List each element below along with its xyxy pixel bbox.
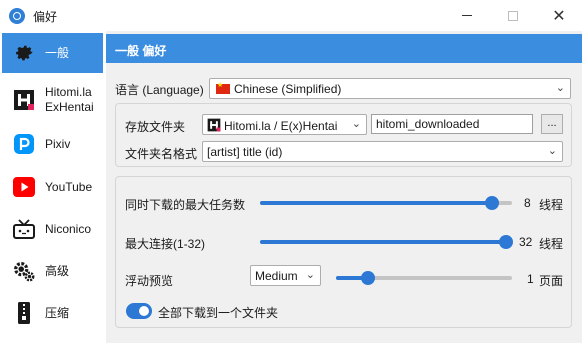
main-panel: 一般 偏好 语言 (Language) Chinese (Simplified)… <box>106 31 582 343</box>
close-icon: ✕ <box>552 7 566 25</box>
max-tasks-value: 8 <box>524 196 531 210</box>
max-conn-unit: 线程 <box>539 237 564 251</box>
folder-label: 存放文件夹 <box>125 120 186 134</box>
folder-input[interactable] <box>371 114 533 134</box>
max-conn-fill <box>260 240 506 244</box>
max-conn-value: 32 <box>519 235 533 249</box>
close-button[interactable]: ✕ <box>536 0 582 31</box>
sidebar-item-label: 高级 <box>45 263 70 278</box>
chevron-down-icon: ⌄ <box>351 118 361 130</box>
sidebar: 一般 Hitomi.la ExHentai Pixiv YouTube Nico… <box>0 31 106 343</box>
youtube-icon <box>12 175 36 199</box>
preview-unit: 页面 <box>539 274 564 288</box>
minimize-icon <box>462 15 472 16</box>
pixiv-icon <box>12 132 36 156</box>
gears-icon <box>12 259 36 283</box>
storage-group: 存放文件夹 Hitomi.la / E(x)Hentai ⌄ ... 文件夹名格… <box>115 103 572 167</box>
single-folder-label: 全部下载到一个文件夹 <box>158 306 279 320</box>
window-title: 偏好 <box>33 10 58 24</box>
format-label: 文件夹名格式 <box>125 147 198 161</box>
preview-label: 浮动预览 <box>125 274 174 288</box>
app-icon <box>9 8 25 24</box>
chevron-down-icon: ⌄ <box>555 82 565 94</box>
language-label: 语言 (Language) <box>115 83 204 97</box>
section-header: 一般 偏好 <box>106 34 582 63</box>
preview-size-value: Medium <box>255 269 298 283</box>
zip-icon <box>12 301 36 325</box>
maximize-icon <box>508 10 518 21</box>
max-conn-thumb[interactable] <box>499 235 513 249</box>
sidebar-item-label: YouTube <box>45 179 93 194</box>
sidebar-item-hitomi[interactable]: Hitomi.la ExHentai <box>2 80 103 120</box>
chevron-down-icon: ⌄ <box>547 145 557 157</box>
section-title: 一般 偏好 <box>115 44 167 58</box>
hitomi-icon <box>12 88 36 112</box>
sidebar-item-advanced[interactable]: 高级 <box>2 251 103 291</box>
niconico-icon <box>12 217 36 241</box>
browse-button[interactable]: ... <box>541 114 563 134</box>
preview-slider[interactable] <box>336 271 512 285</box>
toggle-knob <box>139 306 149 316</box>
language-value: Chinese (Simplified) <box>234 82 342 96</box>
sidebar-item-youtube[interactable]: YouTube <box>2 167 103 207</box>
minimize-button[interactable] <box>444 0 490 31</box>
sidebar-item-general[interactable]: 一般 <box>2 33 103 73</box>
maximize-button[interactable] <box>490 0 536 31</box>
max-conn-label: 最大连接(1-32) <box>125 237 206 251</box>
max-tasks-fill <box>260 201 492 205</box>
sidebar-item-niconico[interactable]: Niconico <box>2 209 103 249</box>
site-select[interactable]: Hitomi.la / E(x)Hentai ⌄ <box>202 114 367 135</box>
site-value: Hitomi.la / E(x)Hentai <box>224 119 338 133</box>
gear-icon <box>12 41 36 65</box>
sidebar-item-label: 压缩 <box>45 305 70 320</box>
language-select[interactable]: Chinese (Simplified) ⌄ <box>209 78 571 99</box>
max-tasks-thumb[interactable] <box>484 196 499 210</box>
preview-value: 1 <box>527 272 534 286</box>
single-folder-toggle[interactable] <box>126 303 152 319</box>
format-value: [artist] title (id) <box>207 145 283 159</box>
format-select[interactable]: [artist] title (id) ⌄ <box>202 141 563 162</box>
sidebar-item-label: Hitomi.la ExHentai <box>45 85 94 114</box>
sidebar-item-compress[interactable]: 压缩 <box>2 293 103 333</box>
folder-input-field[interactable] <box>372 115 532 133</box>
max-conn-slider[interactable] <box>260 235 513 249</box>
max-tasks-slider[interactable] <box>260 196 512 210</box>
chevron-down-icon: ⌄ <box>305 269 315 281</box>
preview-size-select[interactable]: Medium ⌄ <box>250 265 321 286</box>
hitomi-icon <box>207 118 221 132</box>
sidebar-item-label: 一般 <box>45 45 70 60</box>
sidebar-item-label: Pixiv <box>45 136 71 151</box>
max-tasks-unit: 线程 <box>539 198 564 212</box>
sidebar-item-pixiv[interactable]: Pixiv <box>2 124 103 164</box>
flag-cn-icon <box>216 81 230 94</box>
sidebar-item-label: Niconico <box>45 221 92 236</box>
preview-thumb[interactable] <box>360 271 375 285</box>
tasks-group: 同时下载的最大任务数 8 线程 最大连接(1-32) 32 线程 浮动预览 Me… <box>115 176 572 328</box>
title-bar: 偏好 ✕ <box>0 0 582 31</box>
max-tasks-label: 同时下载的最大任务数 <box>125 198 246 212</box>
